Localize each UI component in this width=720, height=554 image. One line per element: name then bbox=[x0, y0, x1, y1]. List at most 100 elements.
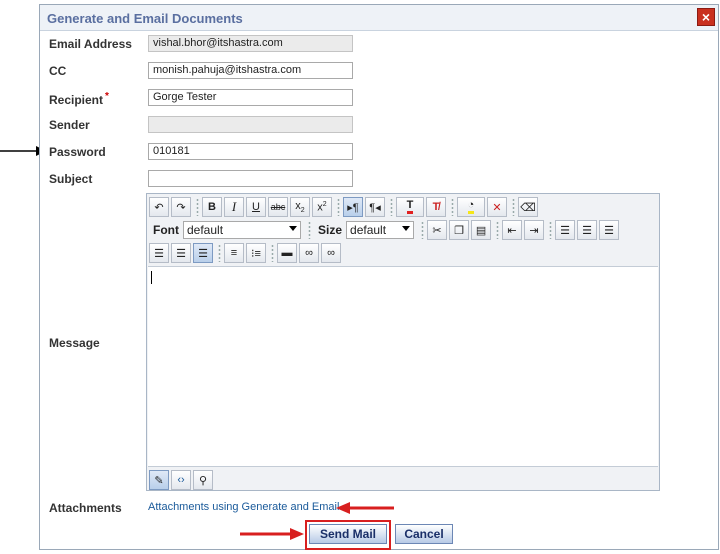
html-mode-button[interactable]: ‹› bbox=[171, 470, 191, 490]
generate-email-dialog: Generate and Email Documents × Email Add… bbox=[39, 4, 719, 550]
horizontal-rule-button[interactable]: ▬ bbox=[277, 243, 297, 263]
bold-button[interactable]: B bbox=[202, 197, 222, 217]
subscript-button[interactable]: x2 bbox=[290, 197, 310, 217]
toolbar-separator bbox=[450, 198, 455, 216]
redo-button[interactable]: ↷ bbox=[171, 197, 191, 217]
required-marker: * bbox=[105, 91, 109, 102]
unlink-icon: ∞ bbox=[327, 247, 335, 259]
text-caret bbox=[151, 271, 152, 284]
indent-button[interactable]: ⇥ bbox=[524, 220, 545, 240]
rtl-icon: ¶◂ bbox=[369, 201, 381, 214]
justify-full-button[interactable]: ☰ bbox=[193, 243, 213, 263]
password-field[interactable]: 010181 bbox=[148, 143, 353, 160]
font-color-button[interactable]: T bbox=[396, 197, 424, 217]
close-button[interactable]: × bbox=[697, 8, 715, 26]
sender-field[interactable] bbox=[148, 116, 353, 133]
underline-button[interactable]: U bbox=[246, 197, 266, 217]
toolbar-separator bbox=[389, 198, 394, 216]
toolbar-separator bbox=[336, 198, 341, 216]
toolbar-separator bbox=[307, 221, 312, 239]
copy-icon: ❐ bbox=[454, 224, 464, 237]
email-address-label: Email Address bbox=[49, 37, 132, 51]
size-label: Size bbox=[318, 223, 343, 237]
ordered-list-icon: ≡ bbox=[230, 247, 238, 259]
subject-field[interactable] bbox=[148, 170, 353, 187]
link-icon: ∞ bbox=[305, 247, 313, 259]
outdent-button[interactable]: ⇤ bbox=[502, 220, 523, 240]
size-select[interactable]: default bbox=[346, 221, 415, 239]
align-right-text-button[interactable]: ☰ bbox=[149, 243, 169, 263]
underline-icon: U bbox=[252, 201, 260, 213]
justify-button[interactable]: ☰ bbox=[171, 243, 191, 263]
size-select-value: default bbox=[350, 223, 387, 237]
font-select[interactable]: default bbox=[183, 221, 301, 239]
undo-button[interactable]: ↶ bbox=[149, 197, 169, 217]
remove-link-button[interactable]: ∞ bbox=[321, 243, 341, 263]
toolbar-separator bbox=[495, 221, 501, 239]
toolbar-separator bbox=[511, 198, 516, 216]
align-left-icon: ☰ bbox=[560, 224, 570, 237]
undo-icon: ↶ bbox=[154, 201, 164, 214]
toolbar-separator bbox=[195, 198, 200, 216]
ltr-button[interactable]: ▸¶ bbox=[343, 197, 363, 217]
remove-font-color-button[interactable]: T̸ bbox=[426, 197, 446, 217]
recipient-field[interactable]: Gorge Tester bbox=[148, 89, 353, 106]
align-left-button[interactable]: ☰ bbox=[555, 220, 576, 240]
message-text-area[interactable] bbox=[148, 266, 658, 467]
recipient-label: Recipient * bbox=[49, 91, 109, 107]
magnifier-icon: ⚲ bbox=[198, 474, 208, 487]
redo-icon: ↷ bbox=[176, 201, 186, 214]
italic-icon: I bbox=[231, 199, 237, 214]
send-mail-button[interactable]: Send Mail bbox=[309, 524, 387, 544]
dialog-title: Generate and Email Documents bbox=[47, 11, 243, 26]
toolbar-separator bbox=[217, 244, 222, 262]
copy-button[interactable]: ❐ bbox=[449, 220, 470, 240]
toolbar-row-3: ☰ ☰ ☰ ≡ ⁝≡ ▬ ∞ ∞ bbox=[149, 242, 343, 264]
remove-highlight-button[interactable]: ✕ bbox=[487, 197, 507, 217]
justify-full-icon: ☰ bbox=[198, 247, 208, 260]
italic-button[interactable]: I bbox=[224, 197, 244, 217]
outdent-icon: ⇤ bbox=[507, 224, 517, 237]
paste-icon: ▤ bbox=[475, 224, 487, 237]
align-center-button[interactable]: ☰ bbox=[577, 220, 598, 240]
ordered-list-button[interactable]: ≡ bbox=[224, 243, 244, 263]
align-right-button[interactable]: ☰ bbox=[599, 220, 620, 240]
message-editor: ↶ ↷ B I U abc x2 x2 ▸¶ ¶◂ T T̸ ◔ ✕ ⌫ Fon… bbox=[146, 193, 660, 491]
strikethrough-button[interactable]: abc bbox=[268, 197, 288, 217]
chevron-down-icon bbox=[289, 226, 297, 231]
editor-mode-bar: ✎ ‹› ⚲ bbox=[149, 470, 215, 490]
font-select-value: default bbox=[187, 223, 224, 237]
align-center-icon: ☰ bbox=[582, 224, 592, 237]
cancel-button[interactable]: Cancel bbox=[395, 524, 453, 544]
strikethrough-icon: abc bbox=[270, 202, 286, 212]
paste-button[interactable]: ▤ bbox=[471, 220, 492, 240]
cc-field[interactable]: monish.pahuja@itshastra.com bbox=[148, 62, 353, 79]
sender-label: Sender bbox=[49, 118, 90, 132]
font-label: Font bbox=[153, 223, 179, 237]
bullet-list-icon: ⁝≡ bbox=[251, 247, 261, 260]
superscript-button[interactable]: x2 bbox=[312, 197, 332, 217]
align-right-icon: ☰ bbox=[604, 224, 614, 237]
font-color-icon: T bbox=[406, 200, 414, 214]
email-address-field[interactable]: vishal.bhor@itshastra.com bbox=[148, 35, 353, 52]
highlight-color-button[interactable]: ◔ bbox=[457, 197, 485, 217]
rtl-button[interactable]: ¶◂ bbox=[365, 197, 385, 217]
attachments-link[interactable]: Attachments using Generate and Email bbox=[148, 501, 339, 513]
unordered-list-button[interactable]: ⁝≡ bbox=[246, 243, 266, 263]
attachments-label: Attachments bbox=[49, 501, 122, 515]
ltr-icon: ▸¶ bbox=[347, 201, 359, 214]
indent-icon: ⇥ bbox=[529, 224, 539, 237]
clear-format-button[interactable]: ⌫ bbox=[518, 197, 538, 217]
insert-link-button[interactable]: ∞ bbox=[299, 243, 319, 263]
cc-label: CC bbox=[49, 64, 67, 78]
design-mode-button[interactable]: ✎ bbox=[149, 470, 169, 490]
justify-icon: ☰ bbox=[176, 247, 186, 260]
preview-mode-button[interactable]: ⚲ bbox=[193, 470, 213, 490]
paint-bucket-icon: ◔ bbox=[467, 200, 475, 214]
annotation-arrow-send bbox=[240, 528, 304, 540]
annotation-arrow-attachments bbox=[336, 502, 394, 514]
code-icon: ‹› bbox=[177, 474, 185, 486]
eraser-icon: ⌫ bbox=[520, 201, 536, 214]
subject-label: Subject bbox=[49, 172, 93, 186]
cut-button[interactable]: ✂ bbox=[427, 220, 448, 240]
